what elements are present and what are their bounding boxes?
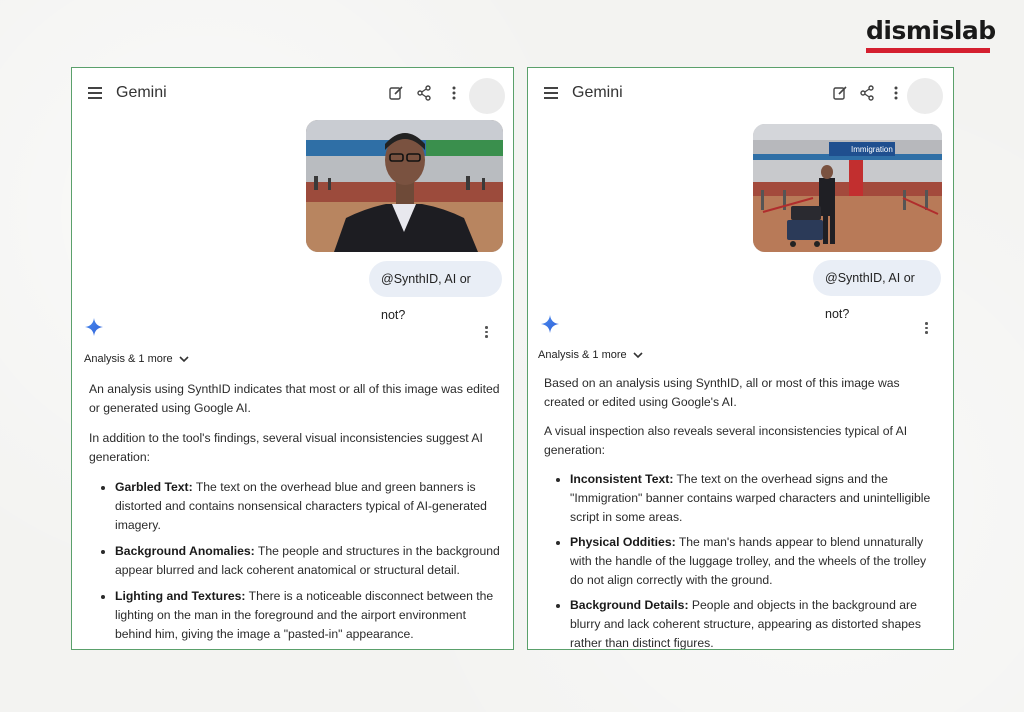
analysis-toggle[interactable]: Analysis & 1 more: [538, 349, 643, 361]
response-paragraph: An analysis using SynthID indicates that…: [89, 382, 500, 416]
gemini-panel-left: Gemini @SynthID, AI or not? Analysis & 1…: [71, 67, 514, 650]
findings-list: Garbled Text: The text on the overhead b…: [89, 478, 501, 645]
top-bar: Gemini: [72, 68, 513, 120]
menu-icon[interactable]: [544, 87, 558, 99]
share-icon[interactable]: [416, 85, 432, 101]
response-text: Based on an analysis using SynthID, all …: [544, 374, 942, 649]
response-paragraph: Based on an analysis using SynthID, all …: [544, 376, 900, 409]
edit-icon[interactable]: [832, 85, 848, 101]
chevron-down-icon: [633, 352, 643, 359]
analysis-toggle[interactable]: Analysis & 1 more: [84, 353, 189, 365]
user-prompt-bubble: @SynthID, AI or not?: [813, 260, 941, 321]
list-item: Background Anomalies: The people and str…: [89, 542, 501, 581]
app-title: Gemini: [116, 84, 167, 101]
top-bar: Gemini: [528, 68, 953, 120]
chevron-down-icon: [179, 356, 189, 363]
brand-logo: dismislab: [866, 16, 996, 56]
edit-icon[interactable]: [388, 85, 404, 101]
response-more-icon[interactable]: [925, 322, 929, 336]
menu-icon[interactable]: [88, 87, 102, 99]
share-icon[interactable]: [859, 85, 875, 101]
list-item: Garbled Text: The text on the overhead b…: [89, 478, 501, 536]
app-title: Gemini: [572, 84, 623, 101]
user-prompt-bubble: @SynthID, AI or not?: [369, 261, 502, 322]
gemini-spark-icon: [85, 318, 103, 336]
analysis-label: Analysis & 1 more: [538, 349, 627, 361]
list-item: Lighting and Textures: There is a notice…: [89, 587, 501, 645]
gemini-panel-right: Gemini Immigration @SynthID, AI or not? …: [527, 67, 954, 650]
more-vert-icon[interactable]: [888, 85, 904, 101]
response-text: An analysis using SynthID indicates that…: [89, 380, 501, 649]
brand-name: dismislab: [866, 16, 996, 45]
response-paragraph: A visual inspection also reveals several…: [544, 424, 908, 457]
more-vert-icon[interactable]: [446, 85, 462, 101]
brand-underline: [866, 48, 990, 53]
response-paragraph: In addition to the tool's findings, seve…: [89, 430, 483, 465]
avatar[interactable]: [469, 78, 505, 114]
analysis-label: Analysis & 1 more: [84, 353, 173, 365]
avatar[interactable]: [907, 78, 943, 114]
findings-list: Inconsistent Text: The text on the overh…: [544, 470, 942, 649]
gemini-spark-icon: [541, 315, 559, 333]
uploaded-image: Immigration: [753, 124, 942, 252]
sign-text: Immigration: [851, 145, 893, 154]
uploaded-image: [306, 120, 503, 252]
list-item: Inconsistent Text: The text on the overh…: [544, 470, 942, 527]
list-item: Physical Oddities: The man's hands appea…: [544, 533, 942, 590]
list-item: Background Details: People and objects i…: [544, 596, 942, 649]
response-more-icon[interactable]: [485, 326, 489, 340]
